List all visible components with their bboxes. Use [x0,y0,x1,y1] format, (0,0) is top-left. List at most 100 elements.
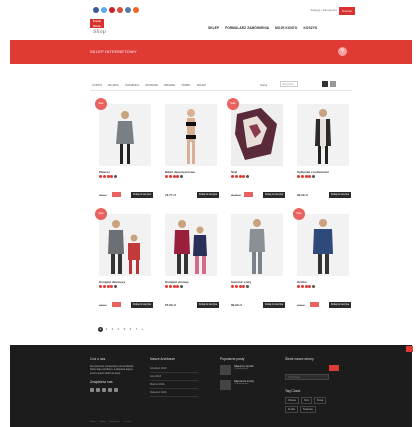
post-thumbnail[interactable] [220,380,231,390]
add-to-cart-button[interactable]: Dodaj do koszyka [263,192,285,198]
product-name[interactable]: Garnitur szary [231,280,287,284]
instagram-icon[interactable] [125,7,131,13]
post-title[interactable]: Najlepszy sposób 10 komentarzy [234,365,254,375]
product-image[interactable] [231,104,283,166]
footer-bottom-link[interactable]: Home [90,421,96,423]
sale-price-tag [244,192,253,197]
googleplus-icon[interactable] [108,388,112,393]
product-name[interactable]: Płaszcz [99,170,155,174]
product-image[interactable] [231,214,283,276]
product-card[interactable]: Komplet zimowy 67.99 zł Dodaj do koszyka [161,208,223,316]
product-card[interactable]: Sale Komplet dziecięcy 199 zł Dodaj do kosz… [95,208,157,316]
product-rating [165,285,184,288]
add-to-cart-button[interactable]: Dodaj do koszyka [197,302,219,308]
footer-about: Coś o nas Sed posuere consectetur est at… [90,357,138,393]
category-bags[interactable]: TORBY [181,83,191,87]
pinterest-icon[interactable] [109,7,115,13]
product-price-row: 99.39 zł Dodaj do koszyka [297,192,351,199]
grid-view-icon[interactable] [322,81,328,87]
pinterest-icon[interactable] [102,388,106,393]
product-card[interactable]: Sale Płaszcz 299 zł Dodaj do koszyka [95,98,157,206]
twitter-icon[interactable] [96,388,100,393]
archive-link[interactable]: Grudzień 2013 [150,365,198,373]
search-icon[interactable]: ⚲ [338,47,347,56]
product-card[interactable]: Sukienka z kołnierzem 99.39 zł Dodaj do ko… [293,98,355,206]
post-title[interactable]: Najnowsze trendy 10 komentarzy [234,380,254,390]
star-icon [114,285,118,288]
product-card[interactable]: Sale Szal 99.99 zł Dodaj do koszyka [227,98,289,206]
product-card[interactable]: Sale Kurtka 199 zł Dodaj do koszyka [293,208,355,316]
popular-post[interactable]: Najlepszy sposób 10 komentarzy [220,365,254,375]
sort-select[interactable]: domyślnie [280,81,298,87]
list-view-icon[interactable] [330,81,336,87]
popular-post[interactable]: Najnowsze trendy 10 komentarzy [220,380,254,390]
rss-icon[interactable] [133,7,139,13]
product-name[interactable]: Bikini dwuczęściowe [165,170,221,174]
back-to-top-button[interactable] [406,346,413,352]
product-name[interactable]: Komplet zimowy [165,280,221,284]
star-icon [180,285,184,288]
archive-link[interactable]: Kwiecień 2013 [150,389,198,397]
nav-item-order-form[interactable]: FORMULARZ ZAMÓWIENIA [225,26,269,30]
add-to-cart-button[interactable]: Dodaj do koszyka [329,302,351,308]
post-thumbnail[interactable] [220,365,231,375]
archive-link[interactable]: Luty 2013 [150,373,198,381]
page-link[interactable]: 1 [98,327,103,332]
product-card[interactable]: Garnitur szary 89.99 zł Dodaj do koszyka [227,208,289,316]
facebook-icon[interactable] [90,388,94,393]
page-link[interactable]: 2 [104,327,109,332]
category-pants[interactable]: SPODNIE [145,83,158,87]
site-logo[interactable]: Fresh Store Shop [90,19,112,40]
footer-bottom-link[interactable]: Sklep [100,421,105,423]
product-name[interactable]: Komplet dziecięcy [99,280,155,284]
newsletter-email-input[interactable]: Twój Email [285,374,329,380]
archive-link[interactable]: Marzec 2013 [150,381,198,389]
facebook-icon[interactable] [93,7,99,13]
page-link[interactable]: 7 [134,327,139,332]
googleplus-icon[interactable] [117,7,123,13]
product-image[interactable] [165,214,217,276]
add-to-cart-button[interactable]: Dodaj do koszyka [131,192,153,198]
tag-link[interactable]: Sukienka [299,406,316,413]
page-link[interactable]: 6 [128,327,133,332]
old-price: 299 zł [99,193,107,197]
tag-link[interactable]: Moda [314,397,327,404]
page-link[interactable]: 3 [110,327,115,332]
category-jackets[interactable]: KURTKI [92,83,102,87]
product-image[interactable] [297,214,349,276]
product-image[interactable] [99,214,151,276]
tag-link[interactable]: Dom [301,397,313,404]
product-image[interactable] [297,104,349,166]
product-name[interactable]: Kurtka [297,280,353,284]
footer-bottom-link[interactable]: Regulamin [109,421,119,423]
product-name[interactable]: Sukienka z kołnierzem [297,170,353,174]
category-shoes[interactable]: OBUWIE [164,83,175,87]
category-blouses[interactable]: BLUZKA [108,83,119,87]
star-icon [99,175,102,178]
add-to-cart-button[interactable]: Dodaj do koszyka [131,302,153,308]
footer-about-text: Sed posuere consectetur est at lobortis.… [90,365,135,375]
page-link[interactable]: » [140,327,145,332]
tag-link[interactable]: Obuwie [285,397,300,404]
product-card[interactable]: Bikini dwuczęściowe 79.77 zł Dodaj do kosz… [161,98,223,206]
twitter-icon[interactable] [101,7,107,13]
newsletter-submit-button[interactable] [329,365,339,371]
category-dresses[interactable]: SUKIENKA [125,83,139,87]
page-link[interactable]: 5 [122,327,127,332]
add-to-cart-button[interactable]: Dodaj do koszyka [329,192,351,198]
cart-button[interactable]: Koszyk [339,7,355,15]
tag-link[interactable]: Kurtka [285,406,298,413]
nav-item-shop[interactable]: SKLEP [208,26,219,30]
nav-item-account[interactable]: MOJE KONTO [275,26,297,30]
product-image[interactable] [99,104,151,166]
category-shop[interactable]: SKLEP [197,83,206,87]
add-to-cart-button[interactable]: Dodaj do koszyka [197,192,219,198]
add-to-cart-button[interactable]: Dodaj do koszyka [263,302,285,308]
nav-item-cart[interactable]: KOSZYK [303,26,317,30]
account-link[interactable]: Zaloguj / Zarejestruj [310,8,337,12]
footer-bottom-link[interactable]: Kontakt [124,421,131,423]
product-image[interactable] [165,104,217,166]
instagram-icon[interactable] [114,388,118,393]
product-name[interactable]: Szal [231,170,287,174]
page-link[interactable]: 4 [116,327,121,332]
